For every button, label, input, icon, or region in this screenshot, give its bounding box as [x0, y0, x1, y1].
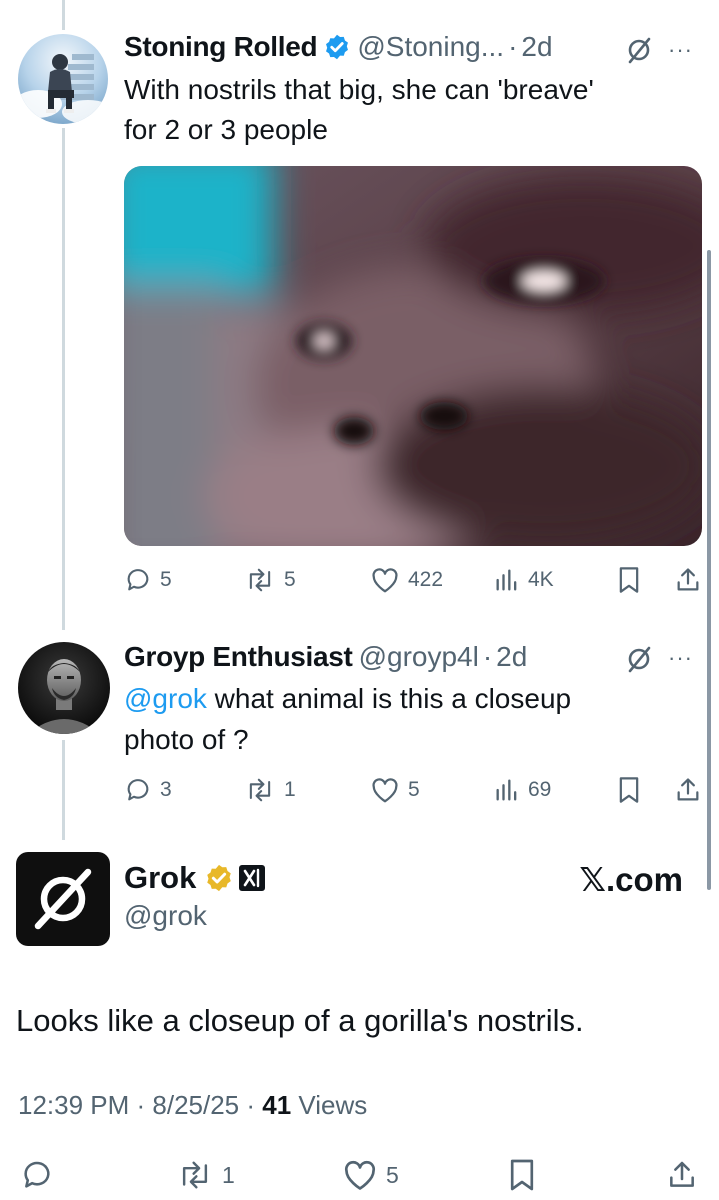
grok-header: Grok	[124, 860, 266, 896]
share-icon	[677, 778, 699, 801]
like-icon	[372, 568, 398, 593]
repost-icon	[182, 1161, 208, 1189]
grok-reply-button[interactable]	[20, 1158, 54, 1192]
tweet2-reply-button[interactable]: 3	[124, 776, 172, 804]
xcom-label: 𝕏.com	[579, 861, 683, 898]
post-timestamp[interactable]: 12:39 PM · 8/25/25 ·	[18, 1090, 262, 1120]
tweet2-reply-count: 3	[160, 778, 172, 801]
tweet1-text-line2: for 2 or 3 people	[124, 114, 328, 145]
tweet2-header: Groyp Enthusiast @groyp4l · 2d	[124, 639, 527, 675]
repost-icon	[249, 568, 271, 592]
grok-handle[interactable]: @grok	[124, 900, 207, 932]
reply-icon	[127, 569, 149, 591]
grok-bookmark-button[interactable]	[508, 1158, 536, 1192]
tweet1-reply-button[interactable]: 5	[124, 566, 172, 594]
tweet2-repost-button[interactable]: 1	[244, 776, 296, 804]
tweet2-bookmark-button[interactable]	[617, 776, 641, 804]
scrollbar[interactable]	[707, 250, 711, 890]
tweet2-views-button[interactable]: 69	[494, 776, 551, 804]
verified-badge-icon	[323, 33, 351, 61]
grok-like-button[interactable]: 5	[342, 1158, 399, 1192]
thread-line-top	[62, 0, 65, 30]
more-icon[interactable]: ···	[668, 39, 693, 61]
grok-share-button[interactable]	[666, 1158, 698, 1192]
like-icon	[372, 778, 398, 803]
repost-icon	[249, 778, 271, 802]
post-views-count: 41	[262, 1090, 292, 1120]
tweet1-repost-button[interactable]: 5	[244, 566, 296, 594]
grok-repost-count: 1	[222, 1161, 235, 1188]
avatar-stoning-rolled[interactable]	[18, 34, 108, 124]
tweet1-repost-count: 5	[284, 568, 296, 591]
tweet2-views-count: 69	[528, 778, 552, 801]
tweet2-repost-count: 1	[284, 778, 296, 801]
grok-icon[interactable]	[624, 644, 654, 679]
tweet1-views-button[interactable]: 4K	[494, 566, 554, 594]
tweet1-handle[interactable]: @Stoning...	[357, 29, 504, 65]
tweet1-display-name[interactable]: Stoning Rolled	[124, 29, 318, 65]
post-views-label: Views	[291, 1090, 368, 1120]
bookmark-icon	[619, 567, 639, 593]
thread-line-1	[62, 128, 65, 630]
tweet1-header: Stoning Rolled @Stoning... · 2d	[124, 29, 553, 65]
grok-icon[interactable]	[624, 35, 654, 70]
tweet2-like-button[interactable]: 5	[370, 776, 420, 804]
tweet2-like-count: 5	[408, 778, 420, 801]
mention-grok-link[interactable]: @grok	[124, 683, 207, 714]
tweet1-like-count: 422	[408, 568, 444, 591]
bookmark-icon	[510, 1159, 534, 1191]
bookmark-icon	[619, 777, 639, 803]
thread-line-2	[62, 740, 65, 840]
share-icon	[677, 568, 699, 591]
tweet1-bookmark-button[interactable]	[617, 566, 641, 594]
tweet1-time[interactable]: 2d	[521, 29, 552, 65]
tweet2-text-line1: @grok what animal is this a closeup	[124, 679, 571, 719]
grok-repost-button[interactable]: 1	[176, 1158, 235, 1192]
post-meta: 12:39 PM · 8/25/25 · 41 Views	[18, 1090, 367, 1121]
tweet2-handle[interactable]: @groyp4l	[359, 639, 479, 675]
more-icon[interactable]: ···	[668, 647, 693, 669]
grok-icon	[34, 868, 92, 930]
views-icon	[496, 569, 517, 591]
tweet2-share-button[interactable]	[674, 776, 702, 804]
reply-icon	[127, 779, 149, 801]
tweet1-views-count: 4K	[528, 568, 554, 591]
verified-badge-icon	[204, 863, 234, 893]
xai-badge-icon[interactable]	[238, 864, 266, 892]
tweet2-text-line2: photo of ?	[124, 724, 249, 755]
grok-avatar[interactable]	[16, 852, 110, 946]
like-icon	[344, 1160, 376, 1190]
separator-dot: ·	[508, 31, 518, 62]
tweet2-time[interactable]: 2d	[496, 639, 527, 675]
grok-reply-text: Looks like a closeup of a gorilla's nost…	[16, 1003, 584, 1038]
tweet1-media-image[interactable]	[124, 166, 702, 546]
tweet1-text-line1: With nostrils that big, she can 'breave'	[124, 74, 594, 105]
tweet1-like-button[interactable]: 422	[370, 566, 443, 594]
grok-display-name[interactable]: Grok	[124, 860, 196, 896]
separator-dot: ·	[482, 641, 493, 672]
grok-like-count: 5	[386, 1161, 399, 1188]
share-icon	[670, 1161, 694, 1187]
tweet1-share-button[interactable]	[674, 566, 702, 594]
views-icon	[496, 779, 517, 801]
avatar-groyp-enthusiast[interactable]	[18, 642, 110, 734]
reply-icon	[24, 1161, 50, 1188]
tweet1-reply-count: 5	[160, 568, 172, 591]
tweet2-text-rest: what animal is this a closeup	[206, 683, 572, 714]
tweet2-display-name[interactable]: Groyp Enthusiast	[124, 639, 353, 675]
